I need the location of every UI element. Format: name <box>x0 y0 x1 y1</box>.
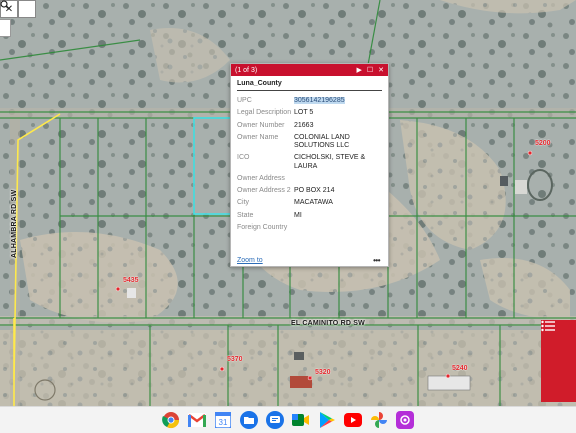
close-popup-icon[interactable]: ✕ <box>378 67 384 74</box>
address-label-5370: 5370 <box>227 356 243 363</box>
feature-popup: (1 of 3) ▶ ☐ ✕ Luna_County UPC 305614219… <box>230 63 389 267</box>
attr-value: PO BOX 214 <box>294 187 335 194</box>
attr-row: Owner Number 21663 <box>237 121 384 133</box>
address-label-5320: 5320 <box>315 369 331 376</box>
meet-icon[interactable] <box>291 410 311 430</box>
attr-value <box>294 223 384 235</box>
zoom-to-link[interactable]: Zoom to <box>237 257 263 264</box>
svg-text:31: 31 <box>219 418 228 427</box>
attr-row: City MACATAWA <box>237 198 384 210</box>
attr-row: Owner Address 2 PO BOX 214 <box>237 186 384 198</box>
popup-header: (1 of 3) ▶ ☐ ✕ <box>231 64 388 76</box>
attr-row: Legal Description LOT 5 <box>237 108 384 120</box>
photos-icon[interactable] <box>369 410 389 430</box>
attr-value[interactable]: 3056142196285 <box>294 96 384 108</box>
attr-key: State <box>237 211 254 219</box>
attr-key: Owner Name <box>237 133 279 141</box>
attr-key: City <box>237 199 250 207</box>
attr-value <box>294 174 384 186</box>
attr-key: Owner Address <box>237 174 285 182</box>
attr-key: Foreign Country <box>237 223 288 231</box>
address-label-5435: 5435 <box>123 277 139 284</box>
road-label-alhambra: ALHAMBRA RD SW <box>11 189 18 258</box>
attr-key: ICO <box>237 154 250 162</box>
map-view[interactable]: 5200 5435 5370 5320 5240 ALHAMBRA RD SW … <box>0 0 576 406</box>
popup-attributes[interactable]: UPC 3056142196285 Legal Description LOT … <box>237 96 384 251</box>
popup-title: Luna_County <box>237 80 382 91</box>
files-icon[interactable] <box>239 410 259 430</box>
podcasts-icon[interactable] <box>395 410 415 430</box>
calendar-icon[interactable]: 31 <box>213 410 233 430</box>
attr-row: Foreign Country <box>237 223 384 235</box>
messages-icon[interactable] <box>265 410 285 430</box>
shelf: 31 <box>0 406 576 433</box>
play-store-icon[interactable] <box>317 410 337 430</box>
legend-button[interactable] <box>541 320 576 402</box>
road-label-el-caminito: EL CAMINITO RD SW <box>291 320 365 327</box>
youtube-icon[interactable] <box>343 410 363 430</box>
attr-key: Owner Number <box>237 121 285 129</box>
attr-key: Owner Address 2 <box>237 187 291 194</box>
attr-key: Legal Description <box>237 109 292 117</box>
chrome-icon[interactable] <box>161 410 181 430</box>
address-label-5200: 5200 <box>535 140 551 147</box>
search-icon <box>0 0 10 10</box>
maximize-icon[interactable]: ☐ <box>367 67 373 74</box>
next-feature-icon[interactable]: ▶ <box>356 67 361 74</box>
attr-value: CICHOLSKI, STEVE & LAURA <box>294 154 366 170</box>
search-button[interactable] <box>0 0 36 18</box>
map-toolbar: ✕ <box>0 0 36 18</box>
attr-row-upc: UPC 3056142196285 <box>237 96 384 108</box>
upc-value[interactable]: 3056142196285 <box>294 97 345 104</box>
search-input-stub[interactable] <box>0 19 11 37</box>
attr-row: Owner Address <box>237 174 384 186</box>
attr-value: LOT 5 <box>294 109 314 117</box>
popup-counter: (1 of 3) <box>235 66 258 74</box>
attr-value: 21663 <box>294 121 314 129</box>
attr-row: Owner Name COLONIAL LAND SOLUTIONS LLC <box>237 133 384 154</box>
attr-value: MI <box>294 211 302 219</box>
attr-value: COLONIAL LAND SOLUTIONS LLC <box>294 133 350 149</box>
more-actions-button[interactable]: ••• <box>373 256 380 265</box>
gmail-icon[interactable] <box>187 410 207 430</box>
attr-row: State MI <box>237 211 384 223</box>
list-icon <box>541 320 555 332</box>
attr-key: UPC <box>237 97 252 104</box>
attr-row: ICO CICHOLSKI, STEVE & LAURA <box>237 153 384 174</box>
attr-value: MACATAWA <box>294 199 333 207</box>
address-label-5240: 5240 <box>452 365 468 372</box>
popup-footer: Zoom to ••• <box>231 254 388 266</box>
